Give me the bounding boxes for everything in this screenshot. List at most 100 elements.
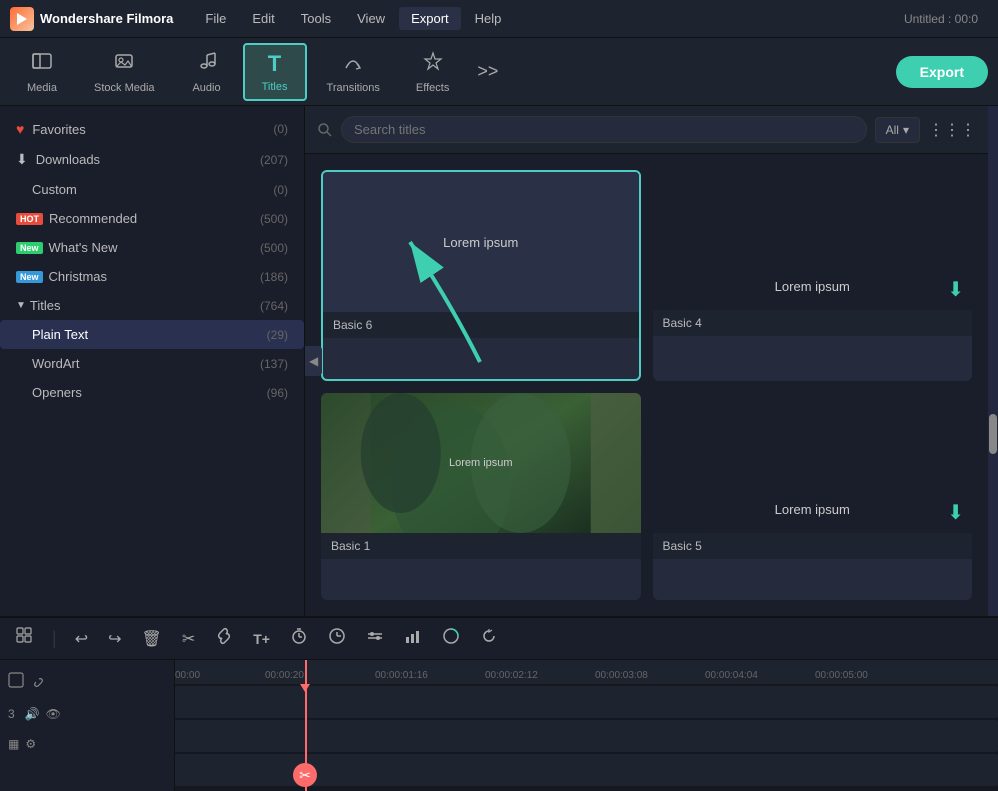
sidebar-item-custom[interactable]: Custom (0): [0, 175, 304, 204]
menu-export[interactable]: Export: [399, 7, 461, 30]
tl-cut-button[interactable]: ✂: [178, 627, 199, 651]
playhead-top: [300, 684, 310, 692]
menu-help[interactable]: Help: [463, 7, 514, 30]
export-button[interactable]: Export: [896, 56, 988, 88]
favorites-label: Favorites: [32, 122, 273, 137]
title-card-basic1[interactable]: Lorem ipsum Basic 1: [321, 393, 641, 600]
menu-tools[interactable]: Tools: [289, 7, 343, 30]
transitions-icon: [342, 50, 364, 78]
time-308: 00:00:03:08: [595, 670, 648, 681]
plain-text-label: Plain Text: [32, 327, 267, 342]
titles-icon: T: [268, 51, 281, 77]
sidebar-item-recommended[interactable]: HOT Recommended (500): [0, 204, 304, 233]
right-scrollbar[interactable]: [988, 106, 998, 616]
time-212: 00:00:02:12: [485, 670, 538, 681]
grid-view-button[interactable]: ⋮⋮⋮: [928, 120, 976, 140]
tl-sep1: |: [52, 628, 57, 649]
search-filter-dropdown[interactable]: All ▾: [875, 117, 920, 143]
stock-label: Stock Media: [94, 82, 155, 94]
title-thumb-basic4: Lorem ipsum ⬇: [653, 170, 973, 310]
search-input[interactable]: [341, 116, 867, 143]
timeline-left: 3 🔊 👁 ▦ ⚙: [0, 660, 175, 791]
tl-text-button[interactable]: T+: [249, 629, 274, 649]
timeline: | ↩ ↪ 🗑 ✂ T+: [0, 616, 998, 791]
new-badge: New: [16, 242, 43, 254]
sidebar-item-downloads[interactable]: ⬇ Downloads (207): [0, 144, 304, 175]
timeline-content: 3 🔊 👁 ▦ ⚙ 00:00 00:00:20 00:00:01:16 00:…: [0, 660, 998, 791]
tl-eq-button[interactable]: [362, 625, 388, 652]
playhead-circle[interactable]: ✂: [293, 763, 317, 787]
plain-text-count: (29): [267, 328, 288, 342]
media-icon: [31, 50, 53, 78]
audio-icon: [196, 50, 218, 78]
menu-file[interactable]: File: [193, 7, 238, 30]
toolbar-effects[interactable]: Effects: [400, 44, 465, 100]
custom-count: (0): [273, 183, 288, 197]
basic1-text: Lorem ipsum: [449, 457, 513, 469]
toolbar-audio[interactable]: Audio: [175, 44, 239, 100]
hot-badge: HOT: [16, 213, 43, 225]
titles-label: Titles: [262, 81, 288, 93]
tl-grid-button[interactable]: [12, 625, 38, 652]
tl-rotate-button[interactable]: [476, 625, 502, 652]
collapse-sidebar-button[interactable]: ◀: [305, 346, 322, 376]
sidebar-item-christmas[interactable]: New Christmas (186): [0, 262, 304, 291]
title-thumb-basic5: Lorem ipsum ⬇: [653, 393, 973, 533]
wordart-label: WordArt: [32, 356, 260, 371]
tl-timer-button[interactable]: [286, 625, 312, 652]
whats-new-count: (500): [260, 241, 288, 255]
menu-items: File Edit Tools View Export Help: [193, 7, 904, 30]
tl-redo-button[interactable]: ↪: [104, 627, 125, 651]
timeline-track-area: 00:00 00:00:20 00:00:01:16 00:00:02:12 0…: [175, 660, 998, 791]
toolbar-transitions[interactable]: Transitions: [311, 44, 396, 100]
track-audio-icon[interactable]: 🔊: [25, 707, 40, 721]
basic6-label: Basic 6: [323, 312, 639, 338]
sidebar-item-titles[interactable]: ▼ Titles (764): [0, 291, 304, 320]
downloads-count: (207): [260, 153, 288, 167]
sidebar-item-plain-text[interactable]: Plain Text (29): [0, 320, 304, 349]
basic5-text: Lorem ipsum: [775, 502, 850, 517]
app-logo-icon: [10, 7, 34, 31]
filter-chevron-icon: ▾: [903, 123, 909, 137]
sidebar-item-openers[interactable]: Openers (96): [0, 378, 304, 407]
sidebar-item-favorites[interactable]: ♥ Favorites (0): [0, 114, 304, 144]
title-card-basic5[interactable]: Lorem ipsum ⬇ Basic 5: [653, 393, 973, 600]
tl-undo-button[interactable]: ↩: [71, 627, 92, 651]
wordart-count: (137): [260, 357, 288, 371]
basic4-download-button[interactable]: ⬇: [947, 277, 964, 302]
filter-label: All: [886, 123, 899, 137]
media-label: Media: [27, 82, 57, 94]
new2-badge: New: [16, 271, 43, 283]
sidebar-item-whats-new[interactable]: New What's New (500): [0, 233, 304, 262]
basic5-download-button[interactable]: ⬇: [947, 500, 964, 525]
track-settings-icon[interactable]: ⚙: [25, 737, 36, 751]
favorites-count: (0): [273, 122, 288, 136]
time-0: 00:00: [175, 670, 200, 681]
stock-icon: [113, 50, 135, 78]
basic5-label: Basic 5: [653, 533, 973, 559]
toolbar-titles[interactable]: T Titles: [243, 43, 307, 101]
menu-view[interactable]: View: [345, 7, 397, 30]
track-controls-2: 3 🔊 👁: [8, 703, 166, 725]
tl-delete-button[interactable]: 🗑: [138, 627, 166, 651]
toolbar-more-button[interactable]: >>: [469, 55, 506, 88]
menu-edit[interactable]: Edit: [240, 7, 286, 30]
whats-new-label: What's New: [49, 240, 260, 255]
add-track-button[interactable]: [8, 672, 24, 691]
sidebar-item-wordart[interactable]: WordArt (137): [0, 349, 304, 378]
track-eye-icon[interactable]: 👁: [46, 707, 61, 721]
toolbar: Media Stock Media Audio T Titles: [0, 38, 998, 106]
tl-link-button[interactable]: [211, 625, 237, 652]
title-card-basic6[interactable]: Lorem ipsum Basic 6: [321, 170, 641, 381]
title-card-basic4[interactable]: Lorem ipsum ⬇ Basic 4: [653, 170, 973, 381]
toolbar-stock[interactable]: Stock Media: [78, 44, 171, 100]
title-thumb-basic1: Lorem ipsum: [321, 393, 641, 533]
toolbar-media[interactable]: Media: [10, 44, 74, 100]
tl-circle-button[interactable]: [438, 625, 464, 652]
tl-clock-button[interactable]: [324, 625, 350, 652]
effects-label: Effects: [416, 82, 449, 94]
tl-bars-button[interactable]: [400, 625, 426, 652]
link-track-button[interactable]: [30, 672, 46, 691]
track-controls-3: ▦ ⚙: [8, 733, 166, 755]
recommended-label: Recommended: [49, 211, 260, 226]
